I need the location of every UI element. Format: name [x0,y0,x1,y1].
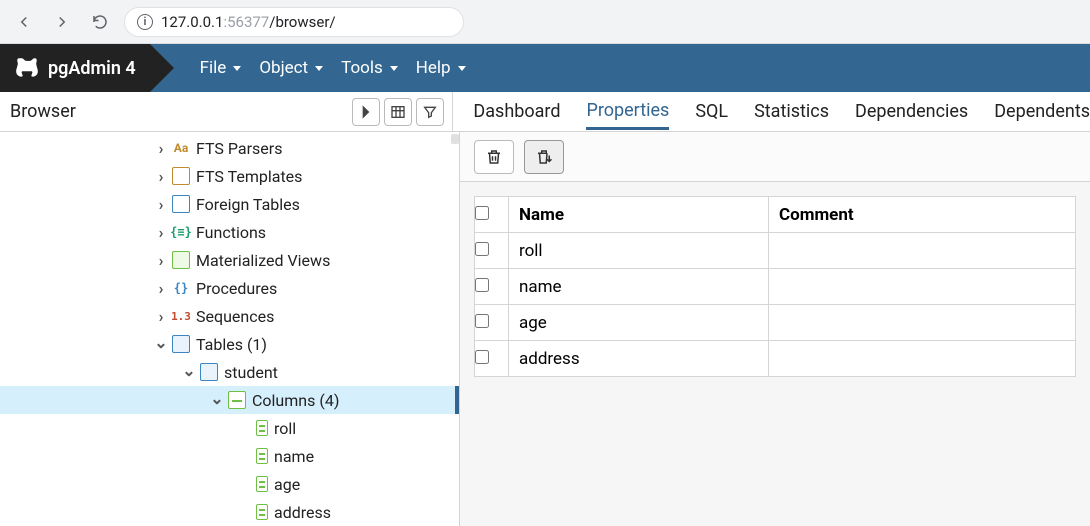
row-checkbox[interactable] [475,278,489,292]
tree-fts-parsers[interactable]: AaFTS Parsers [0,134,459,162]
table-row[interactable]: age [475,305,1076,341]
tab-statistics[interactable]: Statistics [754,95,829,128]
back-button[interactable] [10,8,38,36]
materialized-views-icon [172,251,190,269]
elephant-logo-icon [14,55,40,81]
browser-panel-title: Browser [10,101,76,122]
tree-fts-templates[interactable]: FTS Templates [0,162,459,190]
table-row[interactable]: name [475,269,1076,305]
menu-tools[interactable]: Tools [341,58,398,78]
procedures-icon: {} [172,279,190,297]
tree-column-age[interactable]: age [0,470,459,498]
tree-column-address[interactable]: address [0,498,459,526]
tree-column-name[interactable]: name [0,442,459,470]
menu-object[interactable]: Object [259,58,323,78]
tree-columns[interactable]: Columns (4) [0,386,459,414]
header-comment[interactable]: Comment [769,197,1076,233]
address-bar[interactable]: i 127.0.0.1:56377/browser/ [124,7,464,37]
functions-icon: {≡} [172,223,190,241]
object-tree: AaFTS Parsers FTS Templates Foreign Tabl… [0,132,460,526]
tree-functions[interactable]: {≡}Functions [0,218,459,246]
columns-icon [228,391,246,409]
tables-icon [172,335,190,353]
properties-panel: Name Comment roll name age address [460,132,1090,526]
forward-button[interactable] [48,8,76,36]
browser-chrome: i 127.0.0.1:56377/browser/ [0,0,1090,44]
select-all-checkbox[interactable] [475,206,489,220]
tab-dashboard[interactable]: Dashboard [473,95,560,128]
tab-sql[interactable]: SQL [695,95,728,128]
tab-properties[interactable]: Properties [586,94,669,130]
column-icon [256,420,268,436]
column-icon [256,448,268,464]
header-name[interactable]: Name [509,197,769,233]
column-icon [256,504,268,520]
menu-help[interactable]: Help [416,58,466,78]
tree-column-roll[interactable]: roll [0,414,459,442]
table-row[interactable]: address [475,341,1076,377]
app-top-bar: pgAdmin 4 File Object Tools Help [0,44,1090,92]
tab-bar: Dashboard Properties SQL Statistics Depe… [453,92,1090,131]
app-title: pgAdmin 4 [48,58,136,79]
url-text: 127.0.0.1:56377/browser/ [161,13,336,31]
tab-dependents[interactable]: Dependents [994,95,1090,128]
table-icon [200,363,218,381]
column-icon [256,476,268,492]
row-checkbox[interactable] [475,242,489,256]
tree-sequences[interactable]: 1.3Sequences [0,302,459,330]
reload-button[interactable] [86,8,114,36]
app-brand: pgAdmin 4 [0,44,150,92]
main-area: AaFTS Parsers FTS Templates Foreign Tabl… [0,132,1090,526]
main-menu: File Object Tools Help [200,58,466,78]
tree-tables[interactable]: Tables (1) [0,330,459,358]
fts-parsers-icon: Aa [172,139,190,157]
filter-button[interactable] [416,98,444,126]
drop-cascade-button[interactable] [524,140,564,174]
row-checkbox[interactable] [475,314,489,328]
view-data-button[interactable] [384,98,412,126]
row-checkbox[interactable] [475,350,489,364]
fts-templates-icon [172,167,190,185]
menu-file[interactable]: File [200,58,242,78]
properties-toolbar [460,132,1090,182]
tree-materialized-views[interactable]: Materialized Views [0,246,459,274]
panel-header: Browser Dashboard Properties SQL Statist… [0,92,1090,132]
tree-table-student[interactable]: student [0,358,459,386]
table-row[interactable]: roll [475,233,1076,269]
tree-foreign-tables[interactable]: Foreign Tables [0,190,459,218]
foreign-tables-icon [172,195,190,213]
delete-button[interactable] [474,140,514,174]
tree-procedures[interactable]: {}Procedures [0,274,459,302]
tab-dependencies[interactable]: Dependencies [855,95,968,128]
scrollbar-icon[interactable] [451,134,459,144]
query-tool-button[interactable] [352,98,380,126]
sequences-icon: 1.3 [172,307,190,325]
site-info-icon[interactable]: i [137,14,153,30]
columns-grid: Name Comment roll name age address [474,196,1076,377]
